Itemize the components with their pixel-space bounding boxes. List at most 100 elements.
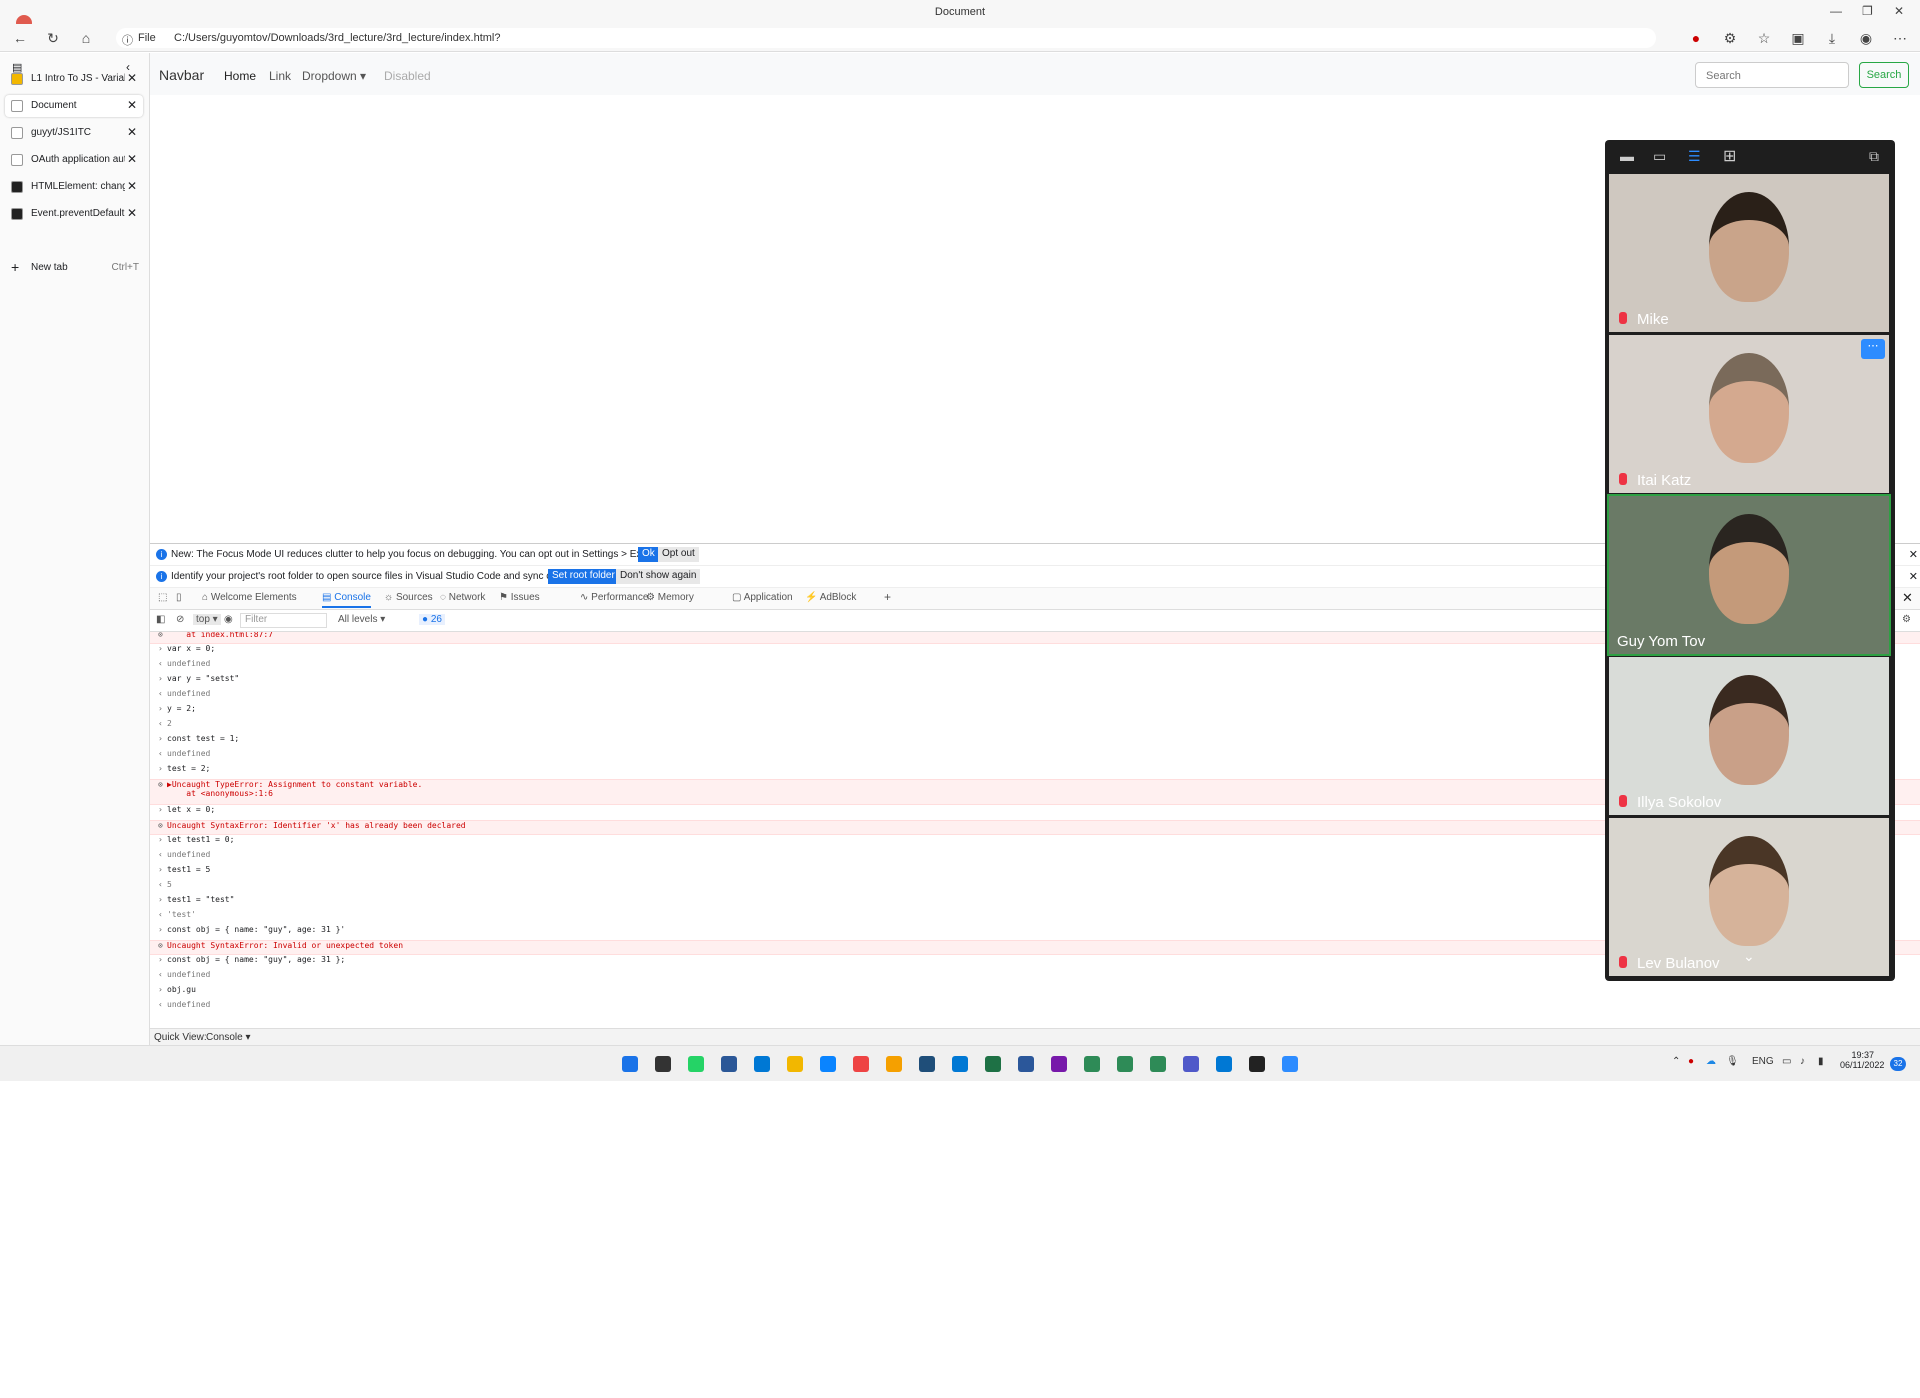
url-field[interactable]: ⓘ File C:/Users/guyomtov/Downloads/3rd_l… — [116, 28, 1656, 48]
opt-out-button[interactable]: Opt out — [658, 547, 699, 562]
volume-icon[interactable]: ♪ — [1800, 1056, 1805, 1067]
network-icon[interactable]: ▭ — [1782, 1056, 1791, 1067]
set-root-folder-button[interactable]: Set root folder — [548, 569, 619, 584]
clock[interactable]: 19:37 06/11/2022 — [1840, 1050, 1884, 1070]
collections-icon[interactable]: ▣ — [1788, 30, 1808, 47]
vscode-icon[interactable] — [1216, 1056, 1232, 1072]
start-icon[interactable] — [622, 1056, 638, 1072]
search-input[interactable]: Search — [1695, 62, 1849, 88]
navbar-brand[interactable]: Navbar — [159, 67, 204, 83]
more-options-icon[interactable]: ⋯ — [1861, 339, 1885, 359]
tab-console[interactable]: ▤ Console — [322, 592, 371, 608]
sidebar-tab[interactable]: Document ✕ — [5, 95, 143, 117]
onedrive-icon[interactable]: ☁ — [1706, 1056, 1716, 1067]
explorer-icon[interactable] — [787, 1056, 803, 1072]
speaker-view-icon[interactable]: ▭ — [1653, 148, 1666, 165]
tab-welcome[interactable]: ⌂ Welcome — [202, 592, 252, 603]
edge-icon[interactable] — [820, 1056, 836, 1072]
sidebar-tab[interactable]: OAuth application aut ✕ — [5, 149, 143, 171]
app-icon[interactable] — [1150, 1056, 1166, 1072]
pop-out-icon[interactable]: ⧉ — [1869, 148, 1879, 165]
tab-network[interactable]: ◌ Network — [440, 592, 485, 603]
quick-view-select[interactable]: Console ▾ — [206, 1032, 251, 1043]
tab-issues[interactable]: ⚑ Issues — [499, 592, 540, 603]
sidebar-toggle-icon[interactable]: ◧ — [156, 614, 165, 625]
opera-icon[interactable]: ● — [1686, 30, 1706, 46]
nav-link-link[interactable]: Link — [269, 69, 291, 83]
chevron-down-icon[interactable]: ⌄ — [1743, 948, 1755, 965]
eye-icon[interactable]: ◉ — [224, 614, 233, 625]
app-icon[interactable] — [1084, 1056, 1100, 1072]
back-icon[interactable]: ← — [10, 30, 30, 46]
app-icon[interactable] — [952, 1056, 968, 1072]
tab-performance[interactable]: ∿ Performance — [580, 592, 648, 603]
close-devtools-icon[interactable]: ✕ — [1902, 590, 1913, 606]
strip-view-icon[interactable]: ☰ — [1688, 148, 1701, 165]
search-button[interactable]: Search — [1859, 62, 1909, 88]
snip-icon[interactable] — [853, 1056, 869, 1072]
close-tab-icon[interactable]: ✕ — [127, 98, 137, 112]
device-toolbar-icon[interactable]: ▯ — [176, 592, 182, 603]
close-icon[interactable]: ✕ — [1909, 548, 1918, 561]
outlook-icon[interactable] — [754, 1056, 770, 1072]
nav-link-home[interactable]: Home — [224, 69, 256, 83]
clear-console-icon[interactable]: ⊘ — [176, 614, 184, 625]
close-tab-icon[interactable]: ✕ — [127, 71, 137, 85]
favorites-icon[interactable]: ☆ — [1754, 30, 1774, 47]
zoom-icon[interactable] — [1282, 1056, 1298, 1072]
avatar[interactable]: ◉ — [1856, 30, 1876, 47]
tab-sources[interactable]: ☼ Sources — [384, 592, 433, 603]
sidebar-tab[interactable]: HTMLElement: change ✕ — [5, 176, 143, 198]
home-icon[interactable]: ⌂ — [76, 30, 96, 46]
close-icon[interactable]: ✕ — [1894, 4, 1904, 18]
word-icon[interactable] — [1018, 1056, 1034, 1072]
file-manager-icon[interactable] — [655, 1056, 671, 1072]
close-tab-icon[interactable]: ✕ — [127, 206, 137, 220]
close-tab-icon[interactable]: ✕ — [127, 125, 137, 139]
app-icon[interactable] — [1117, 1056, 1133, 1072]
sidebar-tab[interactable]: Event.preventDefault() ✕ — [5, 203, 143, 225]
new-tab-button[interactable]: + New tab Ctrl+T — [5, 257, 143, 279]
app-icon[interactable] — [919, 1056, 935, 1072]
tray-security-icon[interactable]: ● — [1688, 1056, 1694, 1067]
chrome-icon[interactable] — [886, 1056, 902, 1072]
more-menu-icon[interactable]: ⋯ — [1890, 30, 1910, 47]
close-tab-icon[interactable]: ✕ — [127, 179, 137, 193]
onenote-icon[interactable] — [1051, 1056, 1067, 1072]
participant-tile[interactable]: Itai Katz ⋯ — [1609, 335, 1889, 493]
notification-badge[interactable]: 32 — [1890, 1057, 1906, 1071]
extensions-icon[interactable]: ⚙ — [1720, 30, 1740, 47]
excel-icon[interactable] — [985, 1056, 1001, 1072]
tab-memory[interactable]: ⚙ Memory — [646, 592, 694, 603]
levels-select[interactable]: All levels ▾ — [338, 614, 385, 625]
device-inspect-icon[interactable]: ⬚ — [158, 592, 167, 603]
context-select[interactable]: top ▾ — [193, 614, 221, 625]
app-icon[interactable] — [721, 1056, 737, 1072]
sidebar-tab[interactable]: guyyt/JS1ITC ✕ — [5, 122, 143, 144]
minimize-view-icon[interactable]: ▬ — [1620, 148, 1634, 164]
tab-elements[interactable]: Elements — [255, 592, 297, 603]
settings-icon[interactable]: ⚙ — [1902, 614, 1911, 625]
downloads-icon[interactable]: ⤓ — [1822, 30, 1842, 47]
participant-tile[interactable]: Mike — [1609, 174, 1889, 332]
more-tabs-icon[interactable]: + — [884, 590, 891, 604]
issues-badge[interactable]: ● 26 — [419, 614, 445, 625]
tab-adblock[interactable]: ⚡ AdBlock — [805, 592, 856, 603]
participant-tile[interactable]: Illya Sokolov — [1609, 657, 1889, 815]
close-icon[interactable]: ✕ — [1909, 570, 1918, 583]
minimize-icon[interactable]: — — [1830, 4, 1842, 18]
language-indicator[interactable]: ENG — [1752, 1056, 1774, 1067]
maximize-icon[interactable]: ❐ — [1862, 4, 1873, 18]
dont-show-again-button[interactable]: Don't show again — [616, 569, 701, 584]
teams-icon[interactable] — [1183, 1056, 1199, 1072]
sidebar-tab[interactable]: L1 Intro To JS - Variabl ✕ — [5, 68, 143, 90]
whatsapp-icon[interactable] — [688, 1056, 704, 1072]
participant-tile[interactable]: Guy Yom Tov — [1607, 494, 1891, 656]
terminal-icon[interactable] — [1249, 1056, 1265, 1072]
ok-button[interactable]: Ok — [638, 547, 659, 562]
mic-icon[interactable]: 🎙 — [1726, 1056, 1739, 1067]
tab-application[interactable]: ▢ Application — [732, 592, 793, 603]
tray-chevron-icon[interactable]: ⌃ — [1672, 1056, 1680, 1067]
filter-input[interactable]: Filter — [240, 613, 327, 628]
close-tab-icon[interactable]: ✕ — [127, 152, 137, 166]
